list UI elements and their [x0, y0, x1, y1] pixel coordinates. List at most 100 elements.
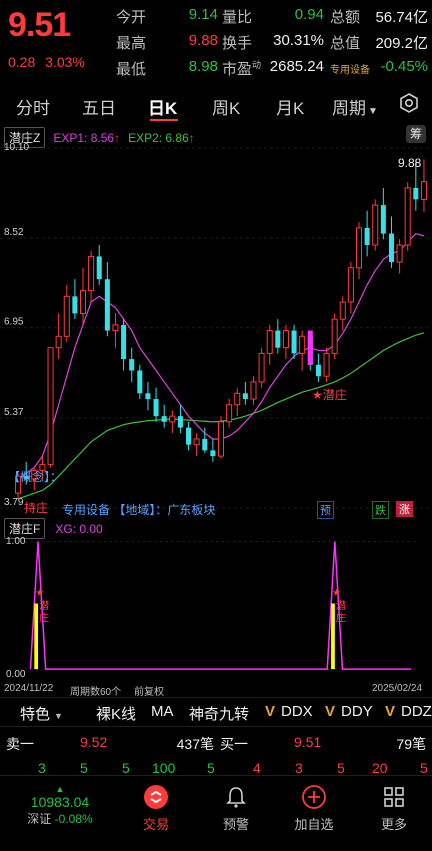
- special-features-dropdown[interactable]: 特色 ▼: [20, 703, 63, 724]
- candle-body: [79, 290, 87, 314]
- concept-label: 【概念】：: [8, 470, 63, 484]
- feature-bar: 特色 ▼ 裸K线 MA 神奇九转 V DDX V DDY V DDZ: [0, 697, 432, 727]
- candle-body: [186, 427, 192, 445]
- vol-ratio-label: 量比: [222, 9, 253, 26]
- candlestick-chart[interactable]: 10.10 8.52 6.95 5.37 3.79: [0, 140, 432, 516]
- candle-body: [104, 279, 110, 331]
- signal-text: 庄: [336, 611, 346, 624]
- candle-body: [339, 301, 346, 320]
- signal-text: 庄: [39, 611, 49, 624]
- candle-body: [226, 404, 233, 423]
- pre-badge: 预: [317, 501, 334, 519]
- candle-body: [169, 415, 176, 423]
- y-tick-label: 10.10: [4, 142, 29, 153]
- vip-icon: V: [325, 703, 336, 720]
- index-value: 10983.04: [30, 794, 90, 810]
- main-axis-labels: 10.10 8.52 6.95 5.37 3.79: [4, 142, 29, 508]
- ddx-button[interactable]: V DDX: [265, 703, 313, 720]
- nav-trade[interactable]: 交易: [126, 784, 186, 833]
- candle-body: [217, 421, 225, 457]
- flow-red-4: 20: [372, 760, 388, 776]
- buy-one-price: 9.51: [294, 734, 322, 750]
- signal-bar: [34, 603, 39, 670]
- period-count: 周期数60个: [70, 687, 122, 698]
- candle-body: [177, 416, 183, 428]
- naked-k-button[interactable]: 裸K线: [96, 703, 136, 724]
- candle-body: [420, 181, 427, 200]
- candle-body: [299, 335, 306, 354]
- signal-chart[interactable]: ★潜庄★潜庄: [0, 536, 432, 686]
- start-date: 2024/11/22: [4, 683, 54, 694]
- candle-body: [193, 438, 200, 446]
- vol-ratio-value: 0.94: [294, 6, 324, 23]
- caret-down-icon: ▼: [54, 711, 63, 721]
- hold-label: 持庄: [24, 501, 49, 515]
- ma-slow-line: [17, 332, 425, 500]
- pe-value: 2685.24: [269, 58, 324, 75]
- tab-monthly-k[interactable]: 月K: [276, 94, 304, 119]
- caret-down-icon: ▼: [368, 106, 378, 117]
- y-tick-label: 3.79: [4, 497, 24, 508]
- bottom-navigation: ▲ 10983.04 深证 -0.08% 交易 预警 加自选 更多: [0, 775, 432, 851]
- low-value: 8.98: [188, 58, 218, 75]
- candle-body: [282, 330, 289, 349]
- candle-body: [258, 352, 265, 383]
- index-ticker[interactable]: ▲ 10983.04 深证 -0.08%: [20, 784, 100, 827]
- candles: [15, 159, 427, 499]
- candle-body: [121, 324, 127, 360]
- candle-body: [129, 359, 135, 371]
- candle-body: [364, 227, 370, 245]
- candle-body: [396, 244, 403, 263]
- bell-icon: [226, 787, 246, 808]
- y-tick-label: 5.37: [4, 407, 24, 418]
- tab-five-day[interactable]: 五日: [82, 94, 116, 119]
- signal-text: 潜: [39, 599, 49, 612]
- buy-one-label: 买一: [220, 736, 248, 752]
- ddy-button[interactable]: V DDY: [325, 703, 373, 720]
- triangle-up-icon: ▲: [55, 784, 65, 794]
- candle-body: [413, 187, 419, 200]
- xg-value: XG: 0.00: [55, 521, 103, 536]
- ddz-button[interactable]: V DDZ: [385, 703, 432, 720]
- candle-body: [355, 227, 363, 269]
- up-badge: 涨: [396, 501, 413, 517]
- candle-body: [388, 233, 394, 263]
- vip-icon: V: [265, 703, 276, 720]
- tab-intraday[interactable]: 分时: [16, 94, 50, 119]
- candle-body: [202, 438, 208, 451]
- candle-body: [315, 364, 321, 377]
- flow-green-5: 5: [207, 760, 215, 776]
- nav-add-watchlist[interactable]: 加自选: [284, 784, 344, 833]
- star-icon: ★: [35, 588, 44, 599]
- tab-weekly-k[interactable]: 周K: [212, 94, 240, 119]
- active-tab-underline: [150, 119, 178, 121]
- settings-icon[interactable]: [398, 92, 420, 119]
- tab-daily-k[interactable]: 日K: [148, 94, 177, 119]
- nav-alert[interactable]: 预警: [206, 784, 266, 833]
- candle-body: [323, 352, 330, 377]
- high-label: 最高: [116, 35, 147, 52]
- trade-icon: [144, 785, 168, 809]
- flow-red-3: 5: [337, 760, 345, 776]
- nine-turn-button[interactable]: 神奇九转: [189, 703, 249, 724]
- signal-label: ★潜庄: [312, 388, 347, 402]
- nav-more[interactable]: 更多: [364, 784, 424, 833]
- flow-red-1: 4: [253, 760, 261, 776]
- candle-body: [47, 347, 54, 466]
- flow-green-3: 5: [122, 760, 130, 776]
- ma-series: [17, 332, 425, 500]
- candle-body: [161, 416, 167, 422]
- period-tabs: 分时 五日 日K 周K 月K 周期 ▼: [0, 88, 432, 122]
- price-change: 0.28 3.03%: [8, 54, 85, 70]
- sector-change: -0.45%: [380, 58, 428, 75]
- signal-line: [29, 541, 411, 670]
- candle-body: [291, 330, 297, 354]
- candle-body: [96, 256, 102, 280]
- down-badge: 跌: [372, 501, 389, 519]
- tab-period[interactable]: 周期 ▼: [332, 94, 378, 119]
- mktcap-label: 总值: [330, 35, 361, 52]
- ma-button[interactable]: MA: [151, 703, 174, 720]
- candle-body: [63, 295, 70, 337]
- flow-green-1: 3: [38, 760, 46, 776]
- sector-label[interactable]: 专用设备: [330, 61, 370, 76]
